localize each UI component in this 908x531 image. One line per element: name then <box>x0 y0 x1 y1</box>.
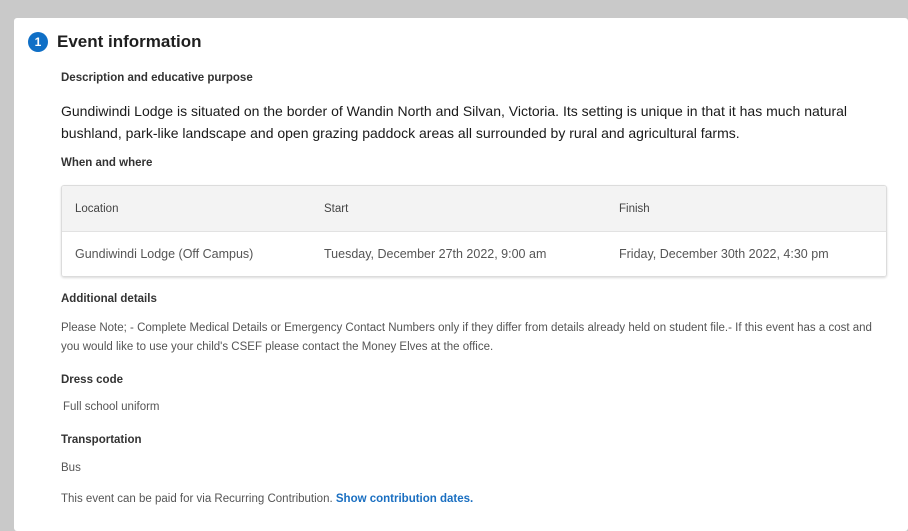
step-number-badge: 1 <box>28 32 48 52</box>
contribution-info: This event can be paid for via Recurring… <box>61 490 891 509</box>
column-header-finish: Finish <box>619 202 650 215</box>
show-contribution-dates-link[interactable]: Show contribution dates. <box>336 493 473 505</box>
step-header: 1 Event information <box>28 32 202 52</box>
start-cell: Tuesday, December 27th 2022, 9:00 am <box>324 247 547 261</box>
column-header-location: Location <box>75 202 119 215</box>
description-label: Description and educative purpose <box>61 72 253 84</box>
additional-details-label: Additional details <box>61 293 157 305</box>
when-where-label: When and where <box>61 157 153 169</box>
location-cell: Gundiwindi Lodge (Off Campus) <box>75 247 254 261</box>
dress-code-label: Dress code <box>61 374 124 386</box>
additional-details-text: Please Note; - Complete Medical Details … <box>61 322 872 353</box>
section-title: Event information <box>57 32 202 51</box>
transportation-label: Transportation <box>61 434 142 446</box>
finish-cell: Friday, December 30th 2022, 4:30 pm <box>619 247 829 261</box>
table-row: Gundiwindi Lodge (Off Campus) Tuesday, D… <box>62 232 886 276</box>
when-where-table: Location Start Finish Gundiwindi Lodge (… <box>61 185 887 277</box>
transportation-value: Bus <box>61 462 81 474</box>
column-header-start: Start <box>324 202 349 215</box>
description-text: Gundiwindi Lodge is situated on the bord… <box>61 103 848 141</box>
dress-code-value: Full school uniform <box>63 401 160 413</box>
contribution-text: This event can be paid for via Recurring… <box>61 493 333 505</box>
event-information-card: 1 Event information Description and educ… <box>14 18 908 531</box>
table-header: Location Start Finish <box>62 186 886 232</box>
